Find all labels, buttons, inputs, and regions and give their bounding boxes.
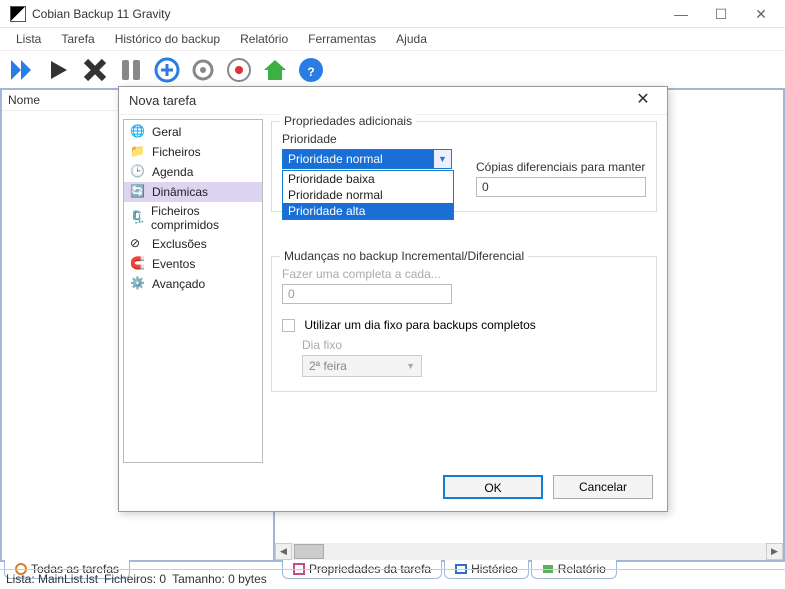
maximize-button[interactable]: ☐ <box>701 1 741 27</box>
archive-icon: 🗜️ <box>130 210 145 226</box>
pause-button[interactable] <box>114 53 148 87</box>
nav-schedule-label: Agenda <box>152 165 193 179</box>
priority-dropdown: Prioridade baixa Prioridade normal Prior… <box>282 170 454 220</box>
nav-files-label: Ficheiros <box>152 145 201 159</box>
settings-button[interactable] <box>186 53 220 87</box>
full-every-label: Fazer uma completa a cada... <box>282 267 646 281</box>
run-button[interactable] <box>42 53 76 87</box>
dialog-close-button[interactable]: ✕ <box>629 88 657 114</box>
fixed-day-value: 2ª feira <box>309 359 347 373</box>
full-every-input[interactable] <box>282 284 452 304</box>
dialog-title: Nova tarefa <box>129 93 629 108</box>
priority-combo[interactable]: Prioridade normal ▼ Prioridade baixa Pri… <box>282 149 452 169</box>
menu-tarefa[interactable]: Tarefa <box>53 30 102 48</box>
ban-icon: ⊘ <box>130 236 146 252</box>
dialog-content: Propriedades adicionais Prioridade Prior… <box>267 115 667 467</box>
svg-text:?: ? <box>307 65 314 79</box>
fixed-day-label: Dia fixo <box>302 338 646 352</box>
new-task-dialog: Nova tarefa ✕ 🌐 Geral 📁 Ficheiros 🕒 Agenda … <box>118 86 668 512</box>
dialog-titlebar: Nova tarefa ✕ <box>119 87 667 115</box>
scroll-left-arrow[interactable]: ◀ <box>275 543 292 560</box>
group-incremental: Mudanças no backup Incremental/Diferenci… <box>271 256 657 392</box>
scroll-thumb[interactable] <box>294 544 324 559</box>
globe-icon: 🌐 <box>130 124 146 140</box>
nav-compressed-label: Ficheiros comprimidos <box>151 204 256 232</box>
home-button[interactable] <box>258 53 292 87</box>
run-all-button[interactable] <box>6 53 40 87</box>
fixed-day-checkbox-label: Utilizar um dia fixo para backups comple… <box>304 318 535 332</box>
nav-dynamics[interactable]: 🔄 Dinâmicas <box>124 182 262 202</box>
close-button[interactable]: ✕ <box>741 1 781 27</box>
nav-schedule[interactable]: 🕒 Agenda <box>124 162 262 182</box>
scroll-right-arrow[interactable]: ▶ <box>766 543 783 560</box>
nav-events-label: Eventos <box>152 257 195 271</box>
priority-selected: Prioridade normal <box>283 150 433 168</box>
nav-exclusions-label: Exclusões <box>152 237 207 251</box>
app-icon <box>10 6 26 22</box>
dialog-nav: 🌐 Geral 📁 Ficheiros 🕒 Agenda 🔄 Dinâmicas 🗜️ F… <box>123 119 263 463</box>
priority-option-low[interactable]: Prioridade baixa <box>283 171 453 187</box>
nav-exclusions[interactable]: ⊘ Exclusões <box>124 234 262 254</box>
nav-advanced[interactable]: ⚙️ Avançado <box>124 274 262 294</box>
refresh-icon: 🔄 <box>130 184 146 200</box>
status-list: Lista: MainList.lst <box>6 572 98 587</box>
menu-ajuda[interactable]: Ajuda <box>388 30 435 48</box>
cancel-button[interactable]: Cancelar <box>553 475 653 499</box>
nav-files[interactable]: 📁 Ficheiros <box>124 142 262 162</box>
nav-events[interactable]: 🧲 Eventos <box>124 254 262 274</box>
priority-label: Prioridade <box>282 132 452 146</box>
minimize-button[interactable]: — <box>661 1 701 27</box>
horizontal-scrollbar[interactable]: ◀ ▶ <box>275 543 783 560</box>
status-files: Ficheiros: 0 <box>104 572 166 587</box>
add-button[interactable] <box>150 53 184 87</box>
diff-copies-label: Cópias diferenciais para manter <box>476 160 646 174</box>
statusbar: Lista: MainList.lst Ficheiros: 0 Tamanho… <box>0 569 785 589</box>
nav-general[interactable]: 🌐 Geral <box>124 122 262 142</box>
menu-ferramentas[interactable]: Ferramentas <box>300 30 384 48</box>
group-additional-legend: Propriedades adicionais <box>280 114 416 128</box>
network-button[interactable] <box>222 53 256 87</box>
magnet-icon: 🧲 <box>130 256 146 272</box>
menubar: Lista Tarefa Histórico do backup Relatór… <box>0 28 785 50</box>
gear-icon: ⚙️ <box>130 276 146 292</box>
priority-option-high[interactable]: Prioridade alta <box>283 203 453 219</box>
nav-general-label: Geral <box>152 125 181 139</box>
dialog-footer: OK Cancelar <box>119 467 667 507</box>
clock-icon: 🕒 <box>130 164 146 180</box>
group-additional-props: Propriedades adicionais Prioridade Prior… <box>271 121 657 212</box>
menu-relatorio[interactable]: Relatório <box>232 30 296 48</box>
group-incremental-legend: Mudanças no backup Incremental/Diferenci… <box>280 249 528 263</box>
folder-icon: 📁 <box>130 144 146 160</box>
toolbar: ? <box>0 50 785 90</box>
fixed-day-checkbox[interactable] <box>282 319 295 332</box>
nav-compressed[interactable]: 🗜️ Ficheiros comprimidos <box>124 202 262 234</box>
chevron-down-icon[interactable]: ▼ <box>433 150 451 168</box>
titlebar: Cobian Backup 11 Gravity — ☐ ✕ <box>0 0 785 28</box>
menu-historico[interactable]: Histórico do backup <box>107 30 228 48</box>
window-title: Cobian Backup 11 Gravity <box>32 7 661 21</box>
fixed-day-row: Utilizar um dia fixo para backups comple… <box>282 318 646 332</box>
fixed-day-combo: 2ª feira ▼ <box>302 355 422 377</box>
help-button[interactable]: ? <box>294 53 328 87</box>
nav-advanced-label: Avançado <box>152 277 205 291</box>
ok-button[interactable]: OK <box>443 475 543 499</box>
status-size: Tamanho: 0 bytes <box>172 572 267 587</box>
menu-lista[interactable]: Lista <box>8 30 49 48</box>
priority-option-normal[interactable]: Prioridade normal <box>283 187 453 203</box>
diff-copies-input[interactable] <box>476 177 646 197</box>
nav-dynamics-label: Dinâmicas <box>152 185 208 199</box>
chevron-down-icon: ▼ <box>406 361 415 371</box>
stop-button[interactable] <box>78 53 112 87</box>
